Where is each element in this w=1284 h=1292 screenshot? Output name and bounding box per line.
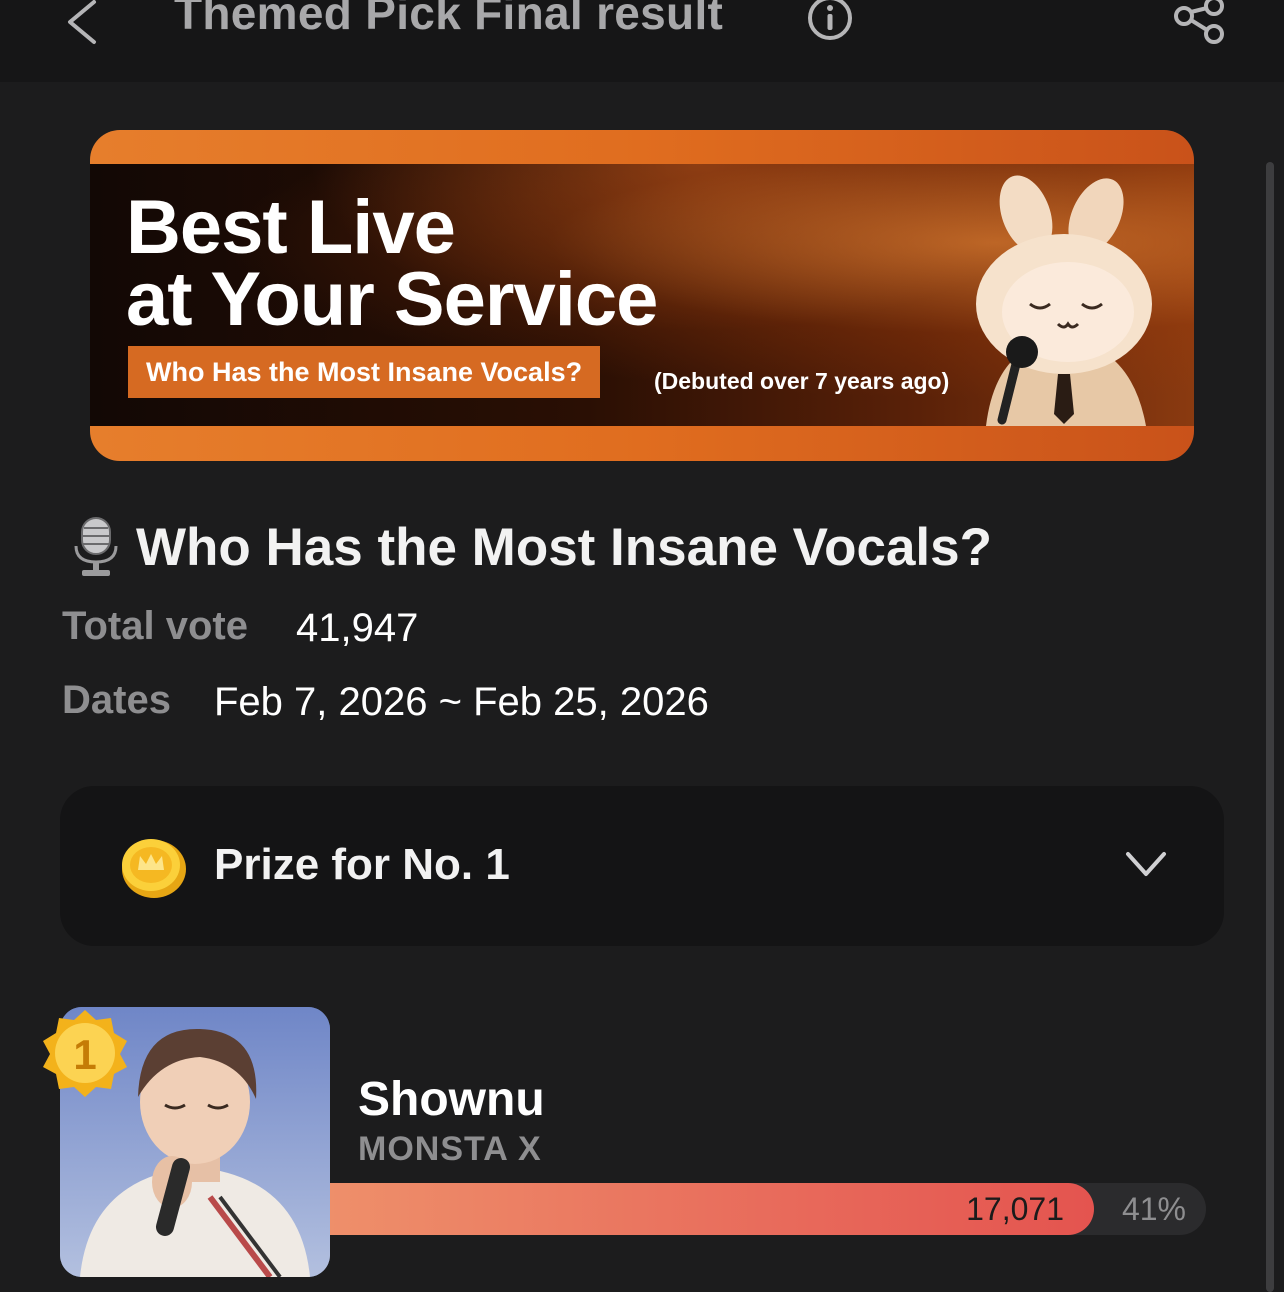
rank-1-badge-icon: 1 [43, 1010, 127, 1097]
poll-title-text: Who Has the Most Insane Vocals? [136, 517, 992, 577]
total-vote-value: 41,947 [296, 606, 419, 650]
banner-subtitle: Who Has the Most Insane Vocals? [128, 346, 601, 398]
banner-note: (Debuted over 7 years ago) [654, 368, 950, 394]
info-button[interactable] [806, 0, 854, 42]
info-icon [808, 0, 852, 40]
vote-count: 17,071 [966, 1191, 1064, 1227]
coin-icon [122, 839, 186, 898]
vote-percent: 41% [1121, 1191, 1186, 1227]
dates-label: Dates [62, 678, 171, 722]
banner-title-line2: at Your Service [126, 257, 658, 342]
artist-group: MONSTA X [358, 1130, 542, 1168]
vote-bar-fill: 17,071 [330, 1183, 1094, 1235]
top-app-bar: Themed Pick Final result [0, 0, 1284, 82]
rank-number: 1 [73, 1031, 96, 1078]
chevron-down-icon [1126, 852, 1166, 876]
share-icon [1174, 0, 1224, 44]
artist-name: Shownu [358, 1073, 545, 1126]
bunny-mascot-icon [976, 175, 1152, 426]
total-vote-label: Total vote [62, 604, 248, 648]
banner-title-line1: Best Live [126, 185, 456, 270]
page-title: Themed Pick Final result [174, 0, 724, 39]
back-button[interactable] [62, 0, 106, 46]
ranking-item[interactable]: 1 Shownu MONSTA X 17,071 41% [0, 1000, 1284, 1292]
share-button[interactable] [1170, 0, 1230, 44]
banner-title: Best Live at Your Service [126, 185, 658, 342]
chevron-left-icon [68, 0, 96, 44]
prize-accordion[interactable]: Prize for No. 1 [60, 786, 1224, 946]
prize-label: Prize for No. 1 [214, 840, 510, 889]
poll-title: Who Has the Most Insane Vocals? [70, 514, 992, 580]
vote-bar: 17,071 41% [330, 1183, 1206, 1235]
microphone-icon [74, 517, 118, 576]
event-banner[interactable]: Best Live at Your Service Who Has the Mo… [90, 130, 1194, 461]
banner-image: Best Live at Your Service Who Has the Mo… [90, 164, 1194, 426]
dates-value: Feb 7, 2026 ~ Feb 25, 2026 [214, 680, 709, 724]
